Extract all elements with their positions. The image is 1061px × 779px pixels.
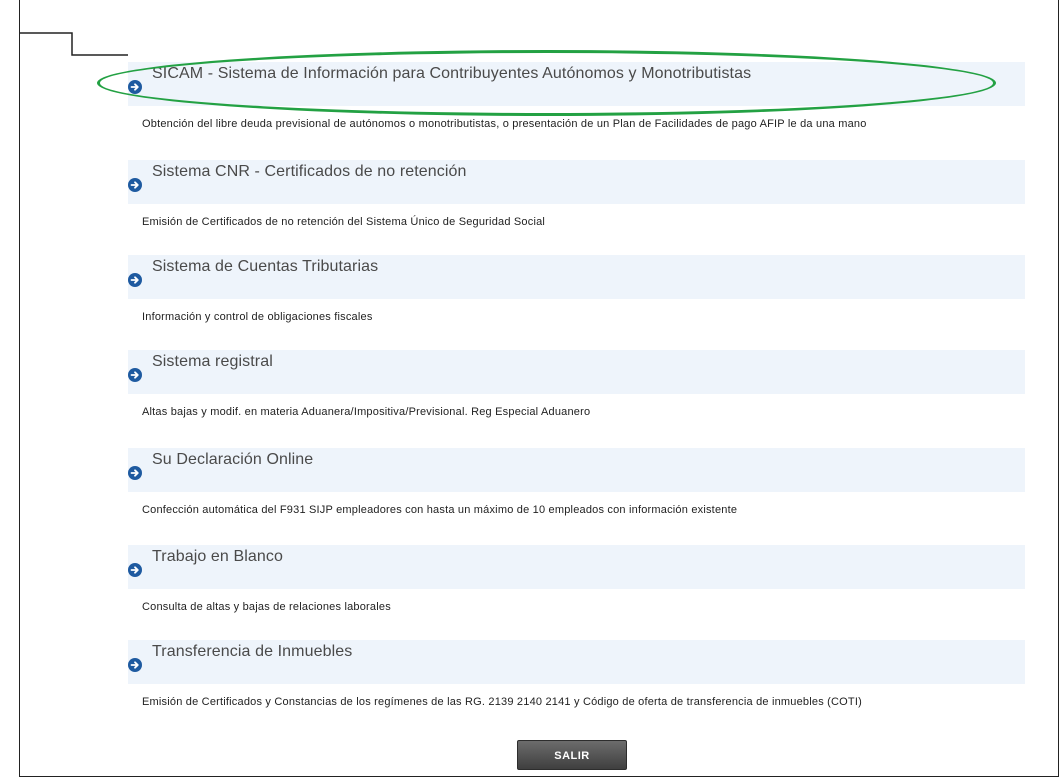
service-item-description: Información y control de obligaciones fi…: [142, 311, 373, 323]
arrow-right-circle-icon: [128, 466, 142, 480]
service-item-title[interactable]: Sistema de Cuentas Tributarias: [152, 258, 378, 276]
service-item-header[interactable]: SICAM - Sistema de Información para Cont…: [128, 62, 1025, 106]
service-item-title[interactable]: Sistema registral: [152, 353, 273, 371]
service-item-title[interactable]: SICAM - Sistema de Información para Cont…: [152, 65, 751, 83]
arrow-right-circle-icon: [128, 178, 142, 192]
service-item-header[interactable]: Sistema registral: [128, 350, 1025, 394]
service-item-description: Emisión de Certificados de no retención …: [142, 216, 546, 228]
service-item-header[interactable]: Trabajo en Blanco: [128, 545, 1025, 589]
arrow-right-circle-icon: [128, 563, 142, 577]
service-item-title[interactable]: Transferencia de Inmuebles: [152, 643, 352, 661]
arrow-right-circle-icon: [128, 80, 142, 94]
arrow-right-circle-icon: [128, 273, 142, 287]
service-item-header[interactable]: Sistema de Cuentas Tributarias: [128, 255, 1025, 299]
service-item-header[interactable]: Sistema CNR - Certificados de no retenci…: [128, 160, 1025, 204]
service-item-description: Consulta de altas y bajas de relaciones …: [142, 601, 391, 613]
service-item-description: Confección automática del F931 SIJP empl…: [142, 504, 738, 516]
service-item-description: Obtención del libre deuda previsional de…: [142, 118, 867, 130]
service-item-description: Altas bajas y modif. en materia Aduanera…: [142, 406, 591, 418]
exit-button[interactable]: SALIR: [517, 740, 627, 770]
service-item-title[interactable]: Sistema CNR - Certificados de no retenci…: [152, 163, 467, 181]
service-item-description: Emisión de Certificados y Constancias de…: [142, 696, 862, 708]
arrow-right-circle-icon: [128, 658, 142, 672]
service-item-title[interactable]: Su Declaración Online: [152, 451, 313, 469]
service-item-header[interactable]: Su Declaración Online: [128, 448, 1025, 492]
service-item-title[interactable]: Trabajo en Blanco: [152, 548, 283, 566]
arrow-right-circle-icon: [128, 368, 142, 382]
service-item-header[interactable]: Transferencia de Inmuebles: [128, 640, 1025, 684]
